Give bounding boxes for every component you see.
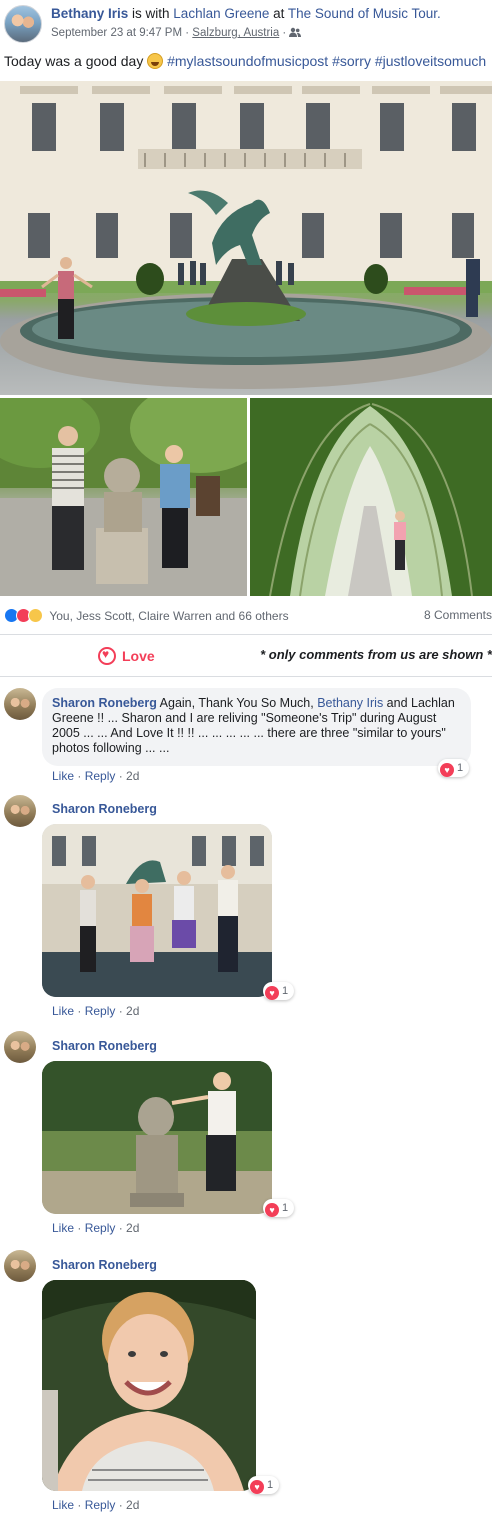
commenter-name[interactable]: Sharon Roneberg: [52, 1039, 157, 1053]
tagged-person[interactable]: Lachlan Greene: [173, 6, 269, 21]
commenter-avatar[interactable]: [4, 1031, 36, 1063]
mention-link[interactable]: Bethany Iris: [317, 696, 383, 710]
with-text: is with: [128, 6, 174, 21]
like-link[interactable]: Like: [52, 1004, 74, 1018]
love-button[interactable]: Love: [98, 647, 155, 665]
love-outline-icon: [98, 647, 116, 665]
dwarf-statue-2005-illustration: [42, 1061, 272, 1214]
place-link[interactable]: Salzburg, Austria: [192, 27, 279, 39]
post-meta: September 23 at 9:47 PM · Salzburg, Aust…: [51, 27, 302, 39]
author-avatar[interactable]: [4, 5, 42, 43]
post-header: Bethany Iris is with Lachlan Greene at T…: [51, 6, 441, 21]
like-link[interactable]: Like: [52, 1498, 74, 1512]
reply-link[interactable]: Reply: [85, 769, 116, 783]
commenter-name[interactable]: Sharon Roneberg: [52, 696, 157, 710]
commenter-avatar[interactable]: [4, 688, 36, 720]
right-photo[interactable]: [250, 398, 492, 596]
comment-bubble: Sharon Roneberg Again, Thank You So Much…: [42, 688, 471, 766]
palace-fountain-illustration: [0, 81, 492, 389]
commenter-avatar[interactable]: [4, 1250, 36, 1282]
comment-time[interactable]: 2d: [126, 1004, 139, 1018]
reactions-text: You, Jess Scott, Claire Warren and 66 ot…: [49, 609, 289, 623]
comment-actions: Like · Reply · 2d: [52, 1004, 140, 1018]
main-photo[interactable]: [0, 81, 492, 395]
hashtags[interactable]: #mylastsoundofmusicpost #sorry #justlove…: [167, 53, 486, 69]
wow-icon: [28, 608, 43, 623]
comment-reaction-badge[interactable]: ♥ 1: [438, 759, 470, 777]
commenter-avatar[interactable]: [4, 795, 36, 827]
at-text: at: [269, 6, 288, 21]
comment-time[interactable]: 2d: [126, 1498, 139, 1512]
heart-icon: ♥: [250, 1480, 264, 1494]
status-text: Today was a good day #mylastsoundofmusic…: [4, 53, 487, 69]
comment-photo[interactable]: [42, 1280, 256, 1491]
commenter-name[interactable]: Sharon Roneberg: [52, 802, 157, 816]
divider: [0, 634, 492, 635]
comment-actions: Like · Reply · 2d: [52, 769, 140, 783]
grinning-emoji-icon: [147, 53, 164, 69]
comment-actions: Like · Reply · 2d: [52, 1221, 140, 1235]
author-name[interactable]: Bethany Iris: [51, 6, 128, 21]
heart-icon: ♥: [265, 986, 279, 1000]
comments-count[interactable]: 8 Comments: [424, 608, 492, 622]
reply-link[interactable]: Reply: [85, 1498, 116, 1512]
heart-icon: ♥: [265, 1203, 279, 1217]
hedge-tunnel-illustration: [250, 398, 492, 596]
comment-reaction-badge[interactable]: ♥ 1: [248, 1476, 280, 1494]
comment-photo[interactable]: [42, 1061, 272, 1214]
reply-link[interactable]: Reply: [85, 1004, 116, 1018]
smiling-woman-illustration: [42, 1280, 256, 1491]
comment-photo[interactable]: [42, 824, 272, 997]
comments-note: * only comments from us are shown *: [260, 647, 492, 662]
friends-icon[interactable]: [289, 27, 302, 37]
divider: [0, 676, 492, 677]
comment-reaction-badge[interactable]: ♥ 1: [263, 982, 295, 1000]
reactions-summary[interactable]: You, Jess Scott, Claire Warren and 66 ot…: [4, 608, 289, 623]
reply-link[interactable]: Reply: [85, 1221, 116, 1235]
post-timestamp[interactable]: September 23 at 9:47 PM: [51, 27, 182, 39]
dwarf-statue-illustration: [0, 398, 247, 596]
fountain-group-illustration: [42, 824, 272, 997]
like-link[interactable]: Like: [52, 1221, 74, 1235]
commenter-name[interactable]: Sharon Roneberg: [52, 1258, 157, 1272]
left-photo[interactable]: [0, 398, 247, 596]
location-page-link[interactable]: The Sound of Music Tour.: [288, 6, 441, 21]
comment-actions: Like · Reply · 2d: [52, 1498, 140, 1512]
comment-reaction-badge[interactable]: ♥ 1: [263, 1199, 295, 1217]
heart-icon: ♥: [440, 763, 454, 777]
like-link[interactable]: Like: [52, 769, 74, 783]
comment-time[interactable]: 2d: [126, 1221, 139, 1235]
comment-time[interactable]: 2d: [126, 769, 139, 783]
